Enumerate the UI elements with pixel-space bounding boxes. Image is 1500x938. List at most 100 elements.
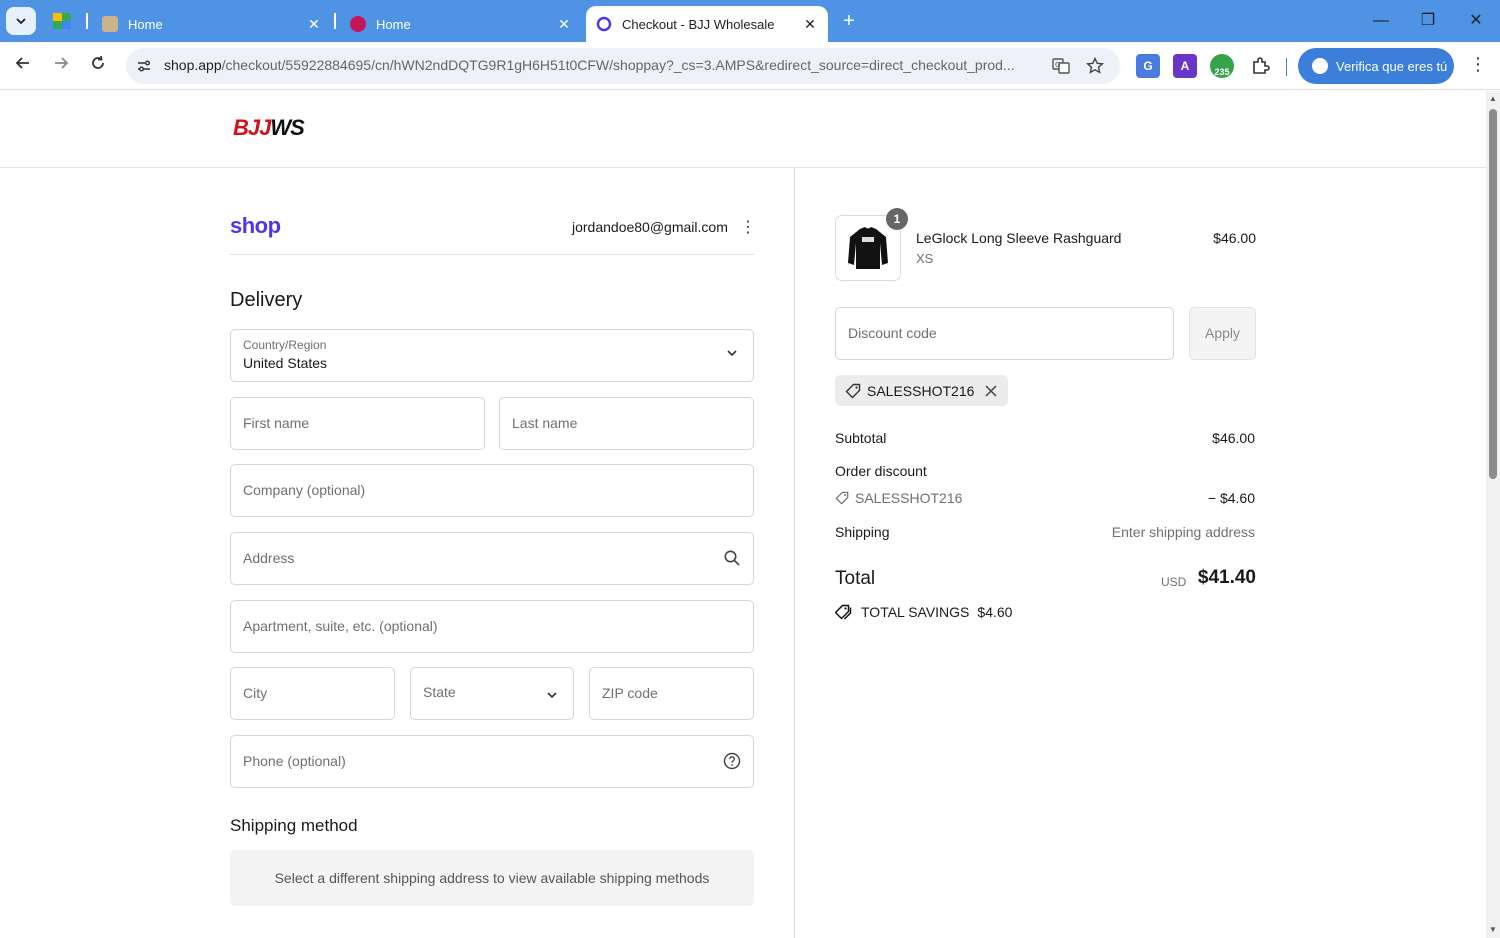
close-icon[interactable]: ✕: [306, 16, 322, 33]
city-placeholder: City: [243, 685, 268, 701]
first-name-field[interactable]: First name: [230, 397, 485, 450]
savings-label: TOTAL SAVINGS: [861, 604, 970, 620]
tab-separator: [334, 13, 336, 29]
phone-placeholder: Phone (optional): [243, 753, 346, 769]
site-settings-icon[interactable]: [136, 58, 152, 74]
order-discount-value: − $4.60: [1207, 490, 1255, 506]
scroll-down-icon[interactable]: ▼: [1488, 925, 1498, 935]
verify-profile-button[interactable]: Verifica que eres tú: [1298, 48, 1454, 84]
tab-checkout[interactable]: Checkout - BJJ Wholesale ✕: [586, 6, 828, 42]
forward-button[interactable]: [49, 54, 73, 78]
order-discount-code-row: SALESSHOT216: [835, 490, 962, 506]
country-select[interactable]: Country/Region United States: [230, 329, 754, 382]
restore-button[interactable]: ❐: [1417, 10, 1439, 32]
shipping-value: Enter shipping address: [1111, 524, 1255, 540]
remove-discount-icon[interactable]: [984, 384, 998, 398]
address-bar[interactable]: shop.app/checkout/55922884695/cn/hWN2ndD…: [126, 48, 1120, 84]
applied-discount-chip: SALESSHOT216: [835, 375, 1009, 406]
verify-label: Verifica que eres tú: [1336, 58, 1448, 74]
bookmark-star-icon[interactable]: [1086, 57, 1104, 75]
extensions-puzzle-icon[interactable]: [1248, 54, 1272, 78]
url-host: shop.app: [164, 57, 222, 73]
order-discount-code: SALESSHOT216: [855, 490, 963, 506]
savings-value: $4.60: [977, 604, 1013, 620]
bjjws-logo[interactable]: BJJWS: [233, 115, 305, 141]
tags-icon: [835, 604, 852, 620]
subtotal-label: Subtotal: [835, 430, 887, 446]
shipping-label: Shipping: [835, 524, 890, 540]
new-tab-button[interactable]: +: [838, 10, 860, 32]
arrow-left-icon: [15, 57, 29, 69]
reload-button[interactable]: [86, 54, 110, 78]
tag-icon: [845, 383, 861, 398]
total-label: Total: [835, 568, 876, 589]
profile-avatar-icon: [1312, 58, 1328, 74]
account-email: jordandoe80@gmail.com: [572, 219, 728, 235]
browser-menu-button[interactable]: ⋮: [1468, 54, 1488, 78]
close-icon[interactable]: ✕: [556, 16, 572, 33]
svg-text:G: G: [1055, 61, 1060, 69]
close-icon[interactable]: ✕: [802, 16, 818, 33]
last-name-field[interactable]: Last name: [499, 397, 754, 450]
pinned-tab-maps-icon[interactable]: [52, 12, 72, 30]
help-icon[interactable]: [723, 752, 741, 770]
google-translate-extension-icon[interactable]: G: [1136, 54, 1160, 78]
checkout-page: BJJWS shop jordandoe80@gmail.com ⋮ Deliv…: [0, 91, 1486, 938]
shop-favicon-icon: [596, 16, 612, 32]
tag-icon: [835, 491, 849, 505]
zip-placeholder: ZIP code: [602, 685, 658, 701]
tab-title: Home: [376, 16, 411, 32]
counter-extension-icon[interactable]: 235: [1210, 54, 1234, 78]
window-close-button[interactable]: ✕: [1465, 10, 1487, 32]
discount-code-field[interactable]: Discount code: [835, 307, 1174, 360]
discount-placeholder: Discount code: [848, 325, 937, 341]
browser-tab-bar: Home ✕ Home ✕ Checkout - BJJ Wholesale ✕…: [0, 0, 1500, 42]
page-scrollbar[interactable]: ▲ ▼: [1486, 91, 1500, 938]
chevron-down-icon: [16, 18, 26, 25]
shipping-method-title: Shipping method: [230, 816, 358, 835]
translate-icon[interactable]: G: [1052, 57, 1070, 75]
site-favicon-icon: [102, 16, 118, 32]
zip-field[interactable]: ZIP code: [589, 667, 754, 720]
scroll-up-icon[interactable]: ▲: [1488, 94, 1498, 104]
total-savings: TOTAL SAVINGS $4.60: [835, 604, 1012, 620]
phone-field[interactable]: Phone (optional): [230, 735, 754, 788]
toolbar-separator: [1286, 58, 1287, 76]
address-field[interactable]: Address: [230, 532, 754, 585]
last-name-placeholder: Last name: [512, 415, 578, 431]
browser-toolbar: shop.app/checkout/55922884695/cn/hWN2ndD…: [0, 42, 1500, 90]
reload-icon: [92, 55, 104, 69]
product-variant: XS: [916, 251, 934, 266]
apartment-field[interactable]: Apartment, suite, etc. (optional): [230, 600, 754, 653]
city-field[interactable]: City: [230, 667, 395, 720]
account-menu-icon[interactable]: ⋮: [740, 217, 756, 237]
url-text[interactable]: shop.app/checkout/55922884695/cn/hWN2ndD…: [164, 57, 1034, 73]
apply-discount-button[interactable]: Apply: [1189, 307, 1256, 360]
tab-home-1[interactable]: Home ✕: [92, 6, 332, 42]
company-field[interactable]: Company (optional): [230, 464, 754, 517]
tab-search-button[interactable]: [6, 7, 36, 35]
tab-title: Checkout - BJJ Wholesale: [622, 16, 775, 32]
address-placeholder: Address: [243, 550, 295, 566]
order-discount-label: Order discount: [835, 463, 927, 479]
tab-separator: [86, 13, 88, 29]
total-currency: USD: [1161, 575, 1187, 589]
extension-badge: 235: [1214, 67, 1230, 77]
shipping-method-notice: Select a different shipping address to v…: [230, 850, 754, 906]
tab-home-2[interactable]: Home ✕: [340, 6, 582, 42]
state-select[interactable]: State: [410, 667, 574, 720]
shop-pay-logo: shop: [230, 213, 281, 238]
product-price: $46.00: [1213, 230, 1256, 246]
text-extension-icon[interactable]: A: [1173, 54, 1197, 78]
search-icon[interactable]: [723, 549, 741, 567]
scrollbar-thumb[interactable]: [1489, 109, 1497, 479]
quantity-badge: 1: [886, 208, 908, 230]
minimize-button[interactable]: —: [1370, 10, 1392, 32]
arrow-right-icon: [55, 57, 69, 69]
url-path: /checkout/55922884695/cn/hWN2ndDQTG9R1gH…: [221, 57, 1015, 73]
company-placeholder: Company (optional): [243, 482, 366, 498]
site-favicon-icon: [350, 16, 366, 32]
delivery-title: Delivery: [230, 289, 303, 311]
country-value: United States: [243, 355, 328, 371]
back-button[interactable]: [11, 54, 35, 78]
